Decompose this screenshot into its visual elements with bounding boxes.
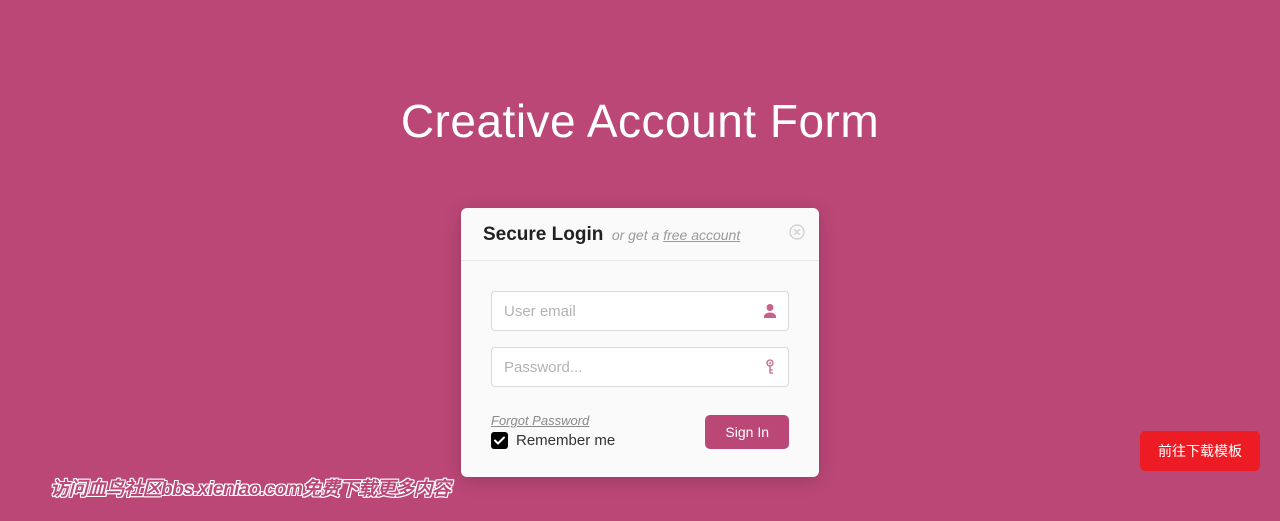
password-input[interactable]	[491, 347, 789, 387]
user-icon	[763, 303, 777, 319]
card-subtitle-prefix: or get a	[612, 227, 663, 243]
card-header: Secure Login or get a free account	[461, 208, 819, 261]
free-account-link[interactable]: free account	[663, 227, 740, 243]
login-card: Secure Login or get a free account Forgo…	[461, 208, 819, 477]
form-footer: Forgot Password Remember me Sign In	[491, 413, 789, 449]
remember-checkbox[interactable]	[491, 432, 508, 449]
signin-button[interactable]: Sign In	[705, 415, 789, 449]
card-body: Forgot Password Remember me Sign In	[461, 261, 819, 477]
remember-row: Remember me	[491, 432, 615, 449]
password-field-wrap	[491, 347, 789, 387]
card-subtitle: or get a free account	[612, 227, 740, 243]
email-input[interactable]	[491, 291, 789, 331]
key-icon	[763, 359, 777, 375]
page-title: Creative Account Form	[0, 0, 1280, 148]
close-icon[interactable]	[789, 224, 805, 240]
watermark-text: 访问血鸟社区bbs.xieniao.com免费下载更多内容	[50, 474, 450, 501]
form-footer-left: Forgot Password Remember me	[491, 413, 615, 449]
download-template-button[interactable]: 前往下载模板	[1140, 431, 1260, 471]
forgot-password-link[interactable]: Forgot Password	[491, 413, 615, 428]
email-field-wrap	[491, 291, 789, 331]
remember-label: Remember me	[516, 432, 615, 449]
card-title: Secure Login	[483, 224, 603, 245]
